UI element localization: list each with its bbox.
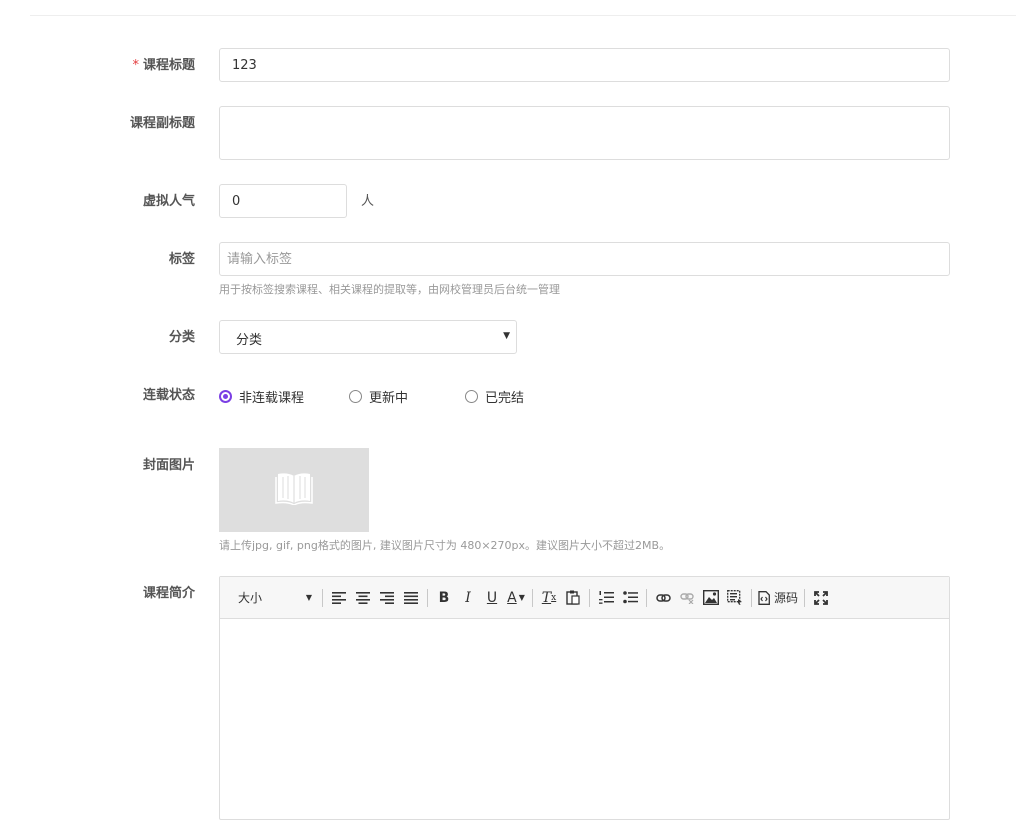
top-divider <box>30 15 1016 16</box>
toolbar-separator <box>322 588 323 607</box>
course-title-label-text: 课程标题 <box>142 58 195 73</box>
caret-down-icon: ▼ <box>305 593 312 602</box>
source-code-button[interactable]: 源码 <box>756 586 800 610</box>
toolbar-separator <box>589 588 590 607</box>
unordered-list-icon[interactable] <box>618 586 642 610</box>
cover-image-upload[interactable] <box>219 448 369 532</box>
category-select[interactable]: 分类 ▼ <box>219 320 517 354</box>
toolbar-separator <box>804 588 806 607</box>
tags-input[interactable] <box>219 242 950 276</box>
radio-unchecked-icon <box>465 390 478 403</box>
category-selected-value: 分类 <box>236 333 263 348</box>
font-size-dropdown[interactable]: 大小 ▼ <box>228 586 318 610</box>
image-icon[interactable] <box>699 586 723 610</box>
category-label: 分类 <box>168 330 195 345</box>
course-title-label: * 课程标题 <box>0 56 195 76</box>
radio-label: 已完结 <box>485 391 525 406</box>
course-subtitle-label: 课程副标题 <box>129 116 195 131</box>
paste-text-icon[interactable] <box>561 586 585 610</box>
remove-format-icon[interactable]: Tx <box>537 586 561 610</box>
italic-icon[interactable]: I <box>456 586 480 610</box>
caret-down-icon: ▼ <box>503 331 510 341</box>
tags-label: 标签 <box>168 252 195 267</box>
course-title-input[interactable] <box>219 48 950 82</box>
underline-icon[interactable]: U <box>480 586 504 610</box>
source-code-label: 源码 <box>774 591 799 605</box>
editor-content-area[interactable] <box>220 619 949 819</box>
align-center-icon[interactable] <box>351 586 375 610</box>
tags-help-text: 用于按标签搜索课程、相关课程的提取等，由网校管理员后台统一管理 <box>219 283 560 296</box>
align-left-icon[interactable] <box>327 586 351 610</box>
course-subtitle-input[interactable] <box>219 106 950 160</box>
serial-status-label: 连载状态 <box>142 388 195 403</box>
cover-help-text: 请上传jpg, gif, png格式的图片, 建议图片尺寸为 480×270px… <box>219 539 671 552</box>
editor-toolbar: 大小 ▼ B I U A ▼ Tx 源码 <box>220 577 949 619</box>
source-icon <box>758 590 770 605</box>
text-color-icon[interactable]: A ▼ <box>504 586 528 610</box>
radio-completed[interactable]: 已完结 <box>465 387 524 406</box>
course-intro-label: 课程简介 <box>142 586 195 601</box>
virtual-popularity-input[interactable] <box>219 184 347 218</box>
align-right-icon[interactable] <box>375 586 399 610</box>
toolbar-separator <box>532 588 533 607</box>
align-justify-icon[interactable] <box>399 586 423 610</box>
toolbar-separator <box>646 588 647 607</box>
template-icon[interactable] <box>723 586 747 610</box>
radio-checked-icon <box>219 390 232 403</box>
radio-label: 非连载课程 <box>239 391 305 406</box>
link-icon[interactable] <box>651 586 675 610</box>
required-mark: * <box>132 58 139 73</box>
fullscreen-icon[interactable] <box>809 586 833 610</box>
popularity-unit: 人 <box>361 194 375 209</box>
radio-label: 更新中 <box>369 391 409 406</box>
radio-non-serial[interactable]: 非连载课程 <box>219 387 304 406</box>
toolbar-separator <box>751 588 752 607</box>
bold-icon[interactable]: B <box>432 586 456 610</box>
font-size-label: 大小 <box>238 591 263 605</box>
ordered-list-icon[interactable] <box>594 586 618 610</box>
radio-unchecked-icon <box>349 390 362 403</box>
virtual-popularity-label: 虚拟人气 <box>142 194 195 209</box>
radio-updating[interactable]: 更新中 <box>349 387 408 406</box>
toolbar-separator <box>427 588 428 607</box>
cover-image-label: 封面图片 <box>142 458 195 473</box>
book-icon <box>275 471 313 509</box>
unlink-icon[interactable] <box>675 586 699 610</box>
rich-text-editor: 大小 ▼ B I U A ▼ Tx 源码 <box>219 576 950 820</box>
